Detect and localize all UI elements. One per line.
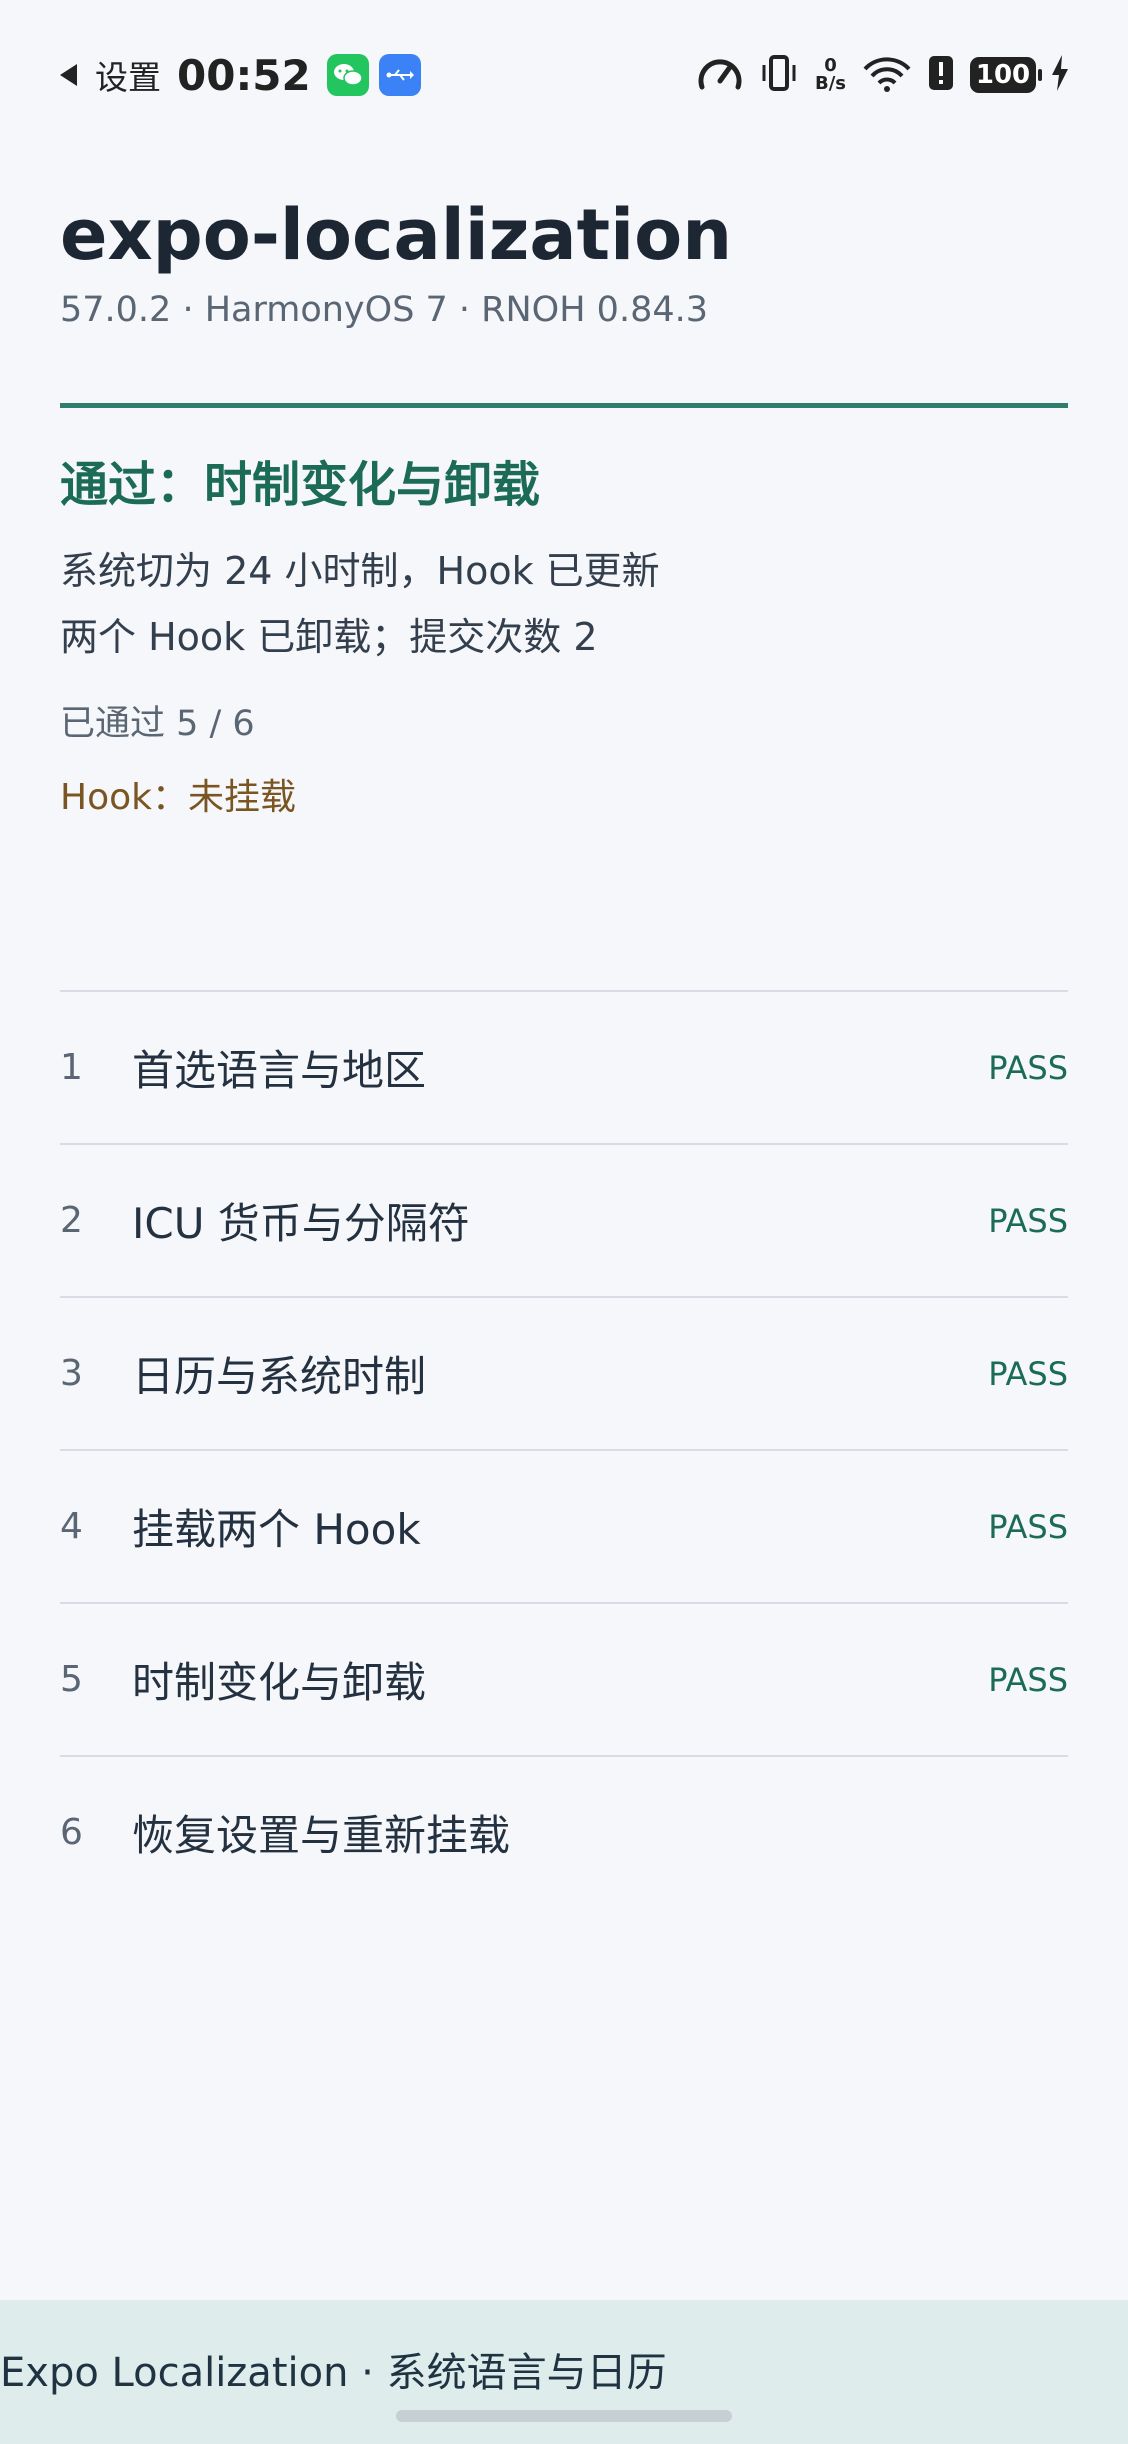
clock: 00:52: [177, 50, 311, 100]
test-name: 时制变化与卸载: [132, 1658, 427, 1707]
net-speed-unit: B/s: [814, 73, 846, 94]
test-row[interactable]: 2 ICU 货币与分隔符 PASS: [60, 1143, 1068, 1296]
test-name: 挂载两个 Hook: [132, 1505, 421, 1554]
charging-bolt-icon: [1052, 55, 1068, 95]
hook-status: Hook：未挂载: [60, 777, 296, 818]
vibrate-icon: [759, 53, 799, 97]
back-arrow-icon[interactable]: [60, 64, 77, 86]
wechat-icon: [326, 54, 369, 96]
version-info: 57.0.2 · HarmonyOS 7 · RNOH 0.84.3: [60, 290, 708, 330]
test-number: 6: [60, 1812, 83, 1853]
result-detail-line: 两个 Hook 已卸载；提交次数 2: [60, 615, 598, 659]
test-row[interactable]: 1 首选语言与地区 PASS: [60, 990, 1068, 1143]
test-name: ICU 货币与分隔符: [132, 1199, 470, 1248]
test-number: 3: [60, 1353, 83, 1394]
test-name: 首选语言与地区: [132, 1046, 427, 1095]
bottom-bar: Expo Localization · 系统语言与日历: [0, 2300, 1128, 2444]
test-number: 2: [60, 1200, 83, 1241]
battery-indicator: 100: [970, 57, 1042, 93]
home-indicator[interactable]: [396, 2410, 732, 2422]
page-title: expo-localization: [60, 194, 733, 276]
back-to-settings-label[interactable]: 设置: [95, 51, 161, 99]
result-title: 通过：时制变化与卸载: [60, 457, 541, 513]
test-row[interactable]: 4 挂载两个 Hook PASS: [60, 1449, 1068, 1602]
result-detail-line: 系统切为 24 小时制，Hook 已更新: [60, 549, 660, 593]
status-bar: 设置 00:52 0 B/s 100: [0, 0, 1128, 150]
test-number: 5: [60, 1659, 83, 1700]
test-number: 1: [60, 1047, 83, 1088]
result-panel: 通过：时制变化与卸载 系统切为 24 小时制，Hook 已更新 两个 Hook …: [60, 450, 1068, 828]
test-row[interactable]: 3 日历与系统时制 PASS: [60, 1296, 1068, 1449]
test-status: PASS: [988, 1660, 1068, 1699]
test-row[interactable]: 6 恢复设置与重新挂载: [60, 1755, 1068, 1908]
test-status: PASS: [988, 1354, 1068, 1393]
header-divider: [60, 403, 1068, 408]
alert-icon: [928, 55, 954, 95]
status-left: 设置 00:52: [60, 48, 431, 102]
speedometer-icon: [697, 53, 743, 97]
test-status: PASS: [988, 1201, 1068, 1240]
result-detail: 系统切为 24 小时制，Hook 已更新 两个 Hook 已卸载；提交次数 2: [60, 538, 1068, 670]
test-list: 1 首选语言与地区 PASS 2 ICU 货币与分隔符 PASS 3 日历与系统…: [60, 990, 1068, 1908]
test-status: PASS: [988, 1507, 1068, 1546]
bottom-bar-label: Expo Localization · 系统语言与日历: [0, 2350, 667, 2396]
test-number: 4: [60, 1506, 83, 1547]
test-name: 日历与系统时制: [132, 1352, 427, 1401]
network-speed: 0 B/s: [815, 57, 846, 93]
page-header: expo-localization 57.0.2 · HarmonyOS 7 ·…: [60, 190, 1068, 330]
test-name: 恢复设置与重新挂载: [132, 1811, 511, 1860]
test-row[interactable]: 5 时制变化与卸载 PASS: [60, 1602, 1068, 1755]
wifi-icon: [862, 53, 912, 97]
passed-count: 已通过 5 / 6: [60, 704, 255, 744]
usb-icon: [378, 54, 421, 96]
test-status: PASS: [988, 1048, 1068, 1087]
status-right: 0 B/s 100: [697, 48, 1068, 102]
